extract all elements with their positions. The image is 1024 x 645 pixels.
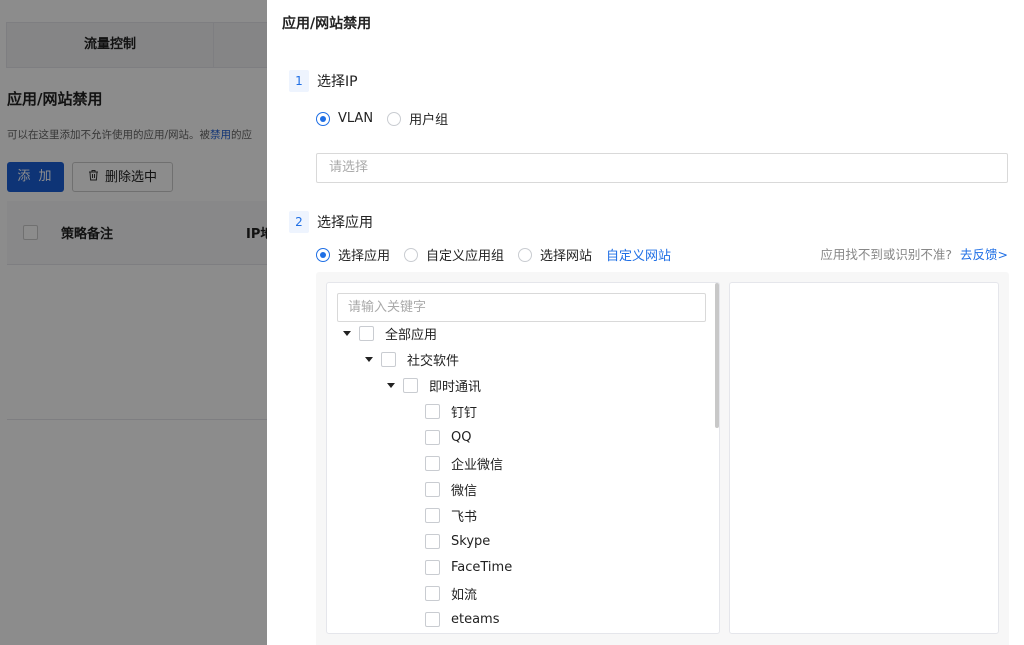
checkbox[interactable] [425, 585, 440, 601]
tree-leaf-item[interactable]: FaceTime [425, 554, 512, 580]
radio-checked-icon [316, 247, 330, 262]
radio-unchecked-icon [518, 247, 533, 262]
tree-leaf-item[interactable]: Skype [425, 528, 490, 554]
radio-select-website[interactable]: 选择网站 [518, 245, 592, 264]
tree-leaf-item[interactable]: 钉钉 [425, 398, 477, 424]
custom-website-link[interactable]: 自定义网站 [606, 245, 671, 264]
feedback-hint: 应用找不到或识别不准? 去反馈> [820, 247, 1008, 262]
checkbox[interactable] [425, 559, 440, 575]
radio-user-group[interactable]: 用户组 [387, 109, 448, 128]
checkbox[interactable] [425, 533, 440, 549]
tree-leaf-item[interactable]: 微信 [425, 476, 477, 502]
feedback-link[interactable]: 去反馈> [960, 247, 1008, 262]
keyword-search-input[interactable] [337, 293, 706, 322]
tree-node-subcategory: 即时通讯 [387, 372, 481, 398]
tree-scrollbar[interactable] [715, 283, 719, 428]
tree-leaf-item[interactable]: 企业微信 [425, 450, 503, 476]
checkbox[interactable] [425, 455, 440, 471]
checkbox[interactable] [359, 325, 374, 341]
radio-vlan[interactable]: VLAN [316, 111, 373, 126]
radio-unchecked-icon [387, 111, 402, 126]
radio-checked-icon [316, 111, 330, 126]
drawer-panel: 应用/网站禁用 1 选择IP VLAN 用户组 请选择 2 选择应用 选择应用 … [267, 0, 1024, 645]
checkbox[interactable] [425, 429, 440, 445]
selected-apps-panel [729, 282, 999, 634]
tree-leaf-item[interactable]: 如流 [425, 580, 477, 606]
checkbox[interactable] [425, 481, 440, 497]
step-select-ip: 1 选择IP [289, 70, 358, 92]
tree-leaf-item[interactable]: 飞书 [425, 502, 477, 528]
tree-leaf-item[interactable]: eteams [425, 606, 500, 632]
caret-down-icon[interactable] [387, 382, 395, 388]
step-number: 1 [289, 70, 309, 92]
ip-type-radio-group: VLAN 用户组 [316, 109, 462, 128]
step-label: 选择应用 [317, 215, 373, 231]
checkbox[interactable] [425, 507, 440, 523]
vlan-select[interactable]: 请选择 [316, 153, 1008, 183]
step-label: 选择IP [317, 74, 358, 90]
checkbox[interactable] [381, 351, 396, 367]
tree-node-root: 全部应用 [343, 320, 437, 346]
app-type-radio-group: 选择应用 自定义应用组 选择网站 自定义网站 [316, 245, 671, 264]
tree-node-category: 社交软件 [365, 346, 459, 372]
step-select-app: 2 选择应用 [289, 211, 373, 233]
tree-leaf-item[interactable]: QQ [425, 424, 471, 450]
checkbox[interactable] [425, 611, 440, 627]
checkbox[interactable] [403, 377, 418, 393]
caret-down-icon[interactable] [365, 356, 373, 362]
checkbox[interactable] [425, 403, 440, 419]
step-number: 2 [289, 211, 309, 233]
radio-custom-app-group[interactable]: 自定义应用组 [404, 245, 504, 264]
radio-select-app[interactable]: 选择应用 [316, 245, 390, 264]
drawer-title: 应用/网站禁用 [282, 16, 372, 32]
caret-down-icon[interactable] [343, 330, 351, 336]
app-tree-panel: 全部应用 社交软件 即时通讯 钉钉 QQ 企业微信 微信 [326, 282, 720, 634]
radio-unchecked-icon [404, 247, 419, 262]
